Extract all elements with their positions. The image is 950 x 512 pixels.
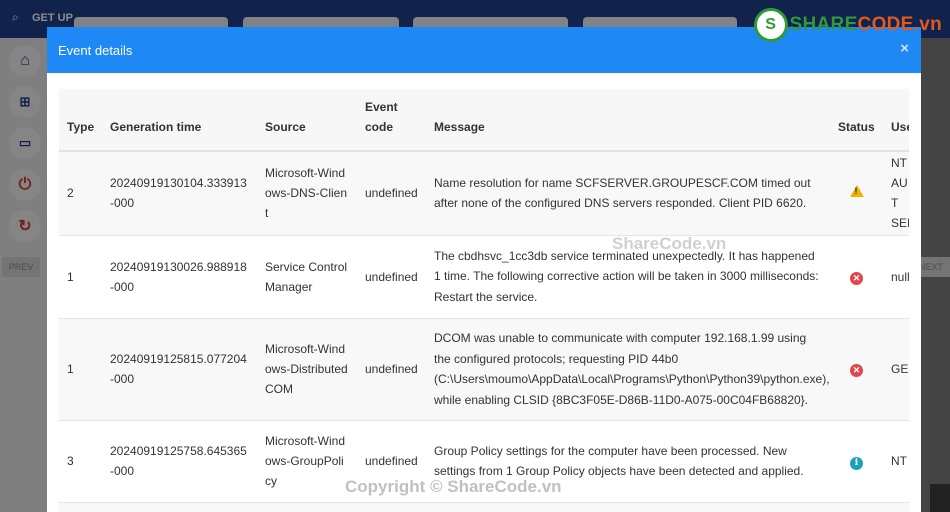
cell-message: DCOM was unable to communicate with comp… bbox=[426, 317, 830, 420]
cell-type: 1 bbox=[59, 234, 102, 318]
background-fragment bbox=[930, 484, 950, 512]
cell-generation-time: 20240919130104.333913-000 bbox=[102, 150, 257, 235]
error-icon: ✕ bbox=[850, 271, 863, 285]
error-icon: ✕ bbox=[850, 364, 863, 377]
cell-user: NT bbox=[883, 419, 909, 502]
sharecode-logo-text: SHARECODE.vn bbox=[789, 14, 942, 35]
column-header-generation-time[interactable]: Generation time bbox=[102, 89, 257, 152]
modal-body[interactable]: Type Generation time Source Event code M… bbox=[59, 89, 909, 512]
column-header-user[interactable]: Use bbox=[883, 89, 909, 152]
cell-user: NT AUT SEI bbox=[883, 150, 909, 235]
cell-source: Microsoft-Windows-DistributedCOM bbox=[257, 317, 357, 420]
cell-status: ✕ bbox=[830, 234, 883, 318]
cell-source: Service Control Manager bbox=[257, 234, 357, 318]
table-row[interactable] bbox=[59, 501, 909, 512]
cell-event-code: undefined bbox=[357, 150, 426, 235]
column-header-message[interactable]: Message bbox=[426, 89, 830, 152]
cell-source: Microsoft-Windows-GroupPolicy bbox=[257, 419, 357, 502]
cell-status: i bbox=[830, 419, 883, 502]
column-header-status[interactable]: Status bbox=[830, 89, 883, 152]
warning-icon bbox=[849, 185, 864, 198]
event-details-modal: Event details × Type Generation time Sou… bbox=[47, 27, 921, 512]
table-row[interactable]: 2 20240919130104.333913-000 Microsoft-Wi… bbox=[59, 150, 909, 235]
sharecode-logo: S SHARECODE.vn bbox=[753, 8, 942, 42]
cell-generation-time: 20240919125758.645365-000 bbox=[102, 419, 257, 502]
modal-title: Event details bbox=[58, 42, 133, 58]
cell-type: 3 bbox=[59, 419, 102, 502]
cell-type: 1 bbox=[59, 317, 102, 420]
cell-status bbox=[830, 150, 883, 235]
cell-event-code: undefined bbox=[357, 234, 426, 318]
cell-type: 2 bbox=[59, 150, 102, 235]
table-row[interactable]: 1 20240919130026.988918-000 Service Cont… bbox=[59, 234, 909, 318]
cell-user: GE bbox=[883, 317, 909, 420]
cell-generation-time: 20240919125815.077204-000 bbox=[102, 317, 257, 420]
events-table: Type Generation time Source Event code M… bbox=[59, 89, 909, 512]
table-row[interactable]: 1 20240919125815.077204-000 Microsoft-Wi… bbox=[59, 317, 909, 420]
close-icon[interactable]: × bbox=[900, 40, 909, 57]
cell-source: Microsoft-Windows-DNS-Client bbox=[257, 150, 357, 235]
column-header-event-code[interactable]: Event code bbox=[357, 89, 426, 152]
cell-generation-time: 20240919130026.988918-000 bbox=[102, 234, 257, 318]
watermark-center: ShareCode.vn bbox=[612, 234, 727, 253]
cell-message: Name resolution for name SCFSERVER.GROUP… bbox=[426, 150, 830, 235]
sharecode-logo-icon: S bbox=[753, 8, 788, 42]
cell-status: ✕ bbox=[830, 317, 883, 420]
column-header-type[interactable]: Type bbox=[59, 89, 102, 152]
cell-user: null bbox=[883, 234, 909, 318]
cell-event-code: undefined bbox=[357, 317, 426, 420]
column-header-source[interactable]: Source bbox=[257, 89, 357, 152]
table-header-row: Type Generation time Source Event code M… bbox=[59, 89, 909, 152]
info-icon: i bbox=[850, 457, 863, 470]
watermark-copyright: Copyright © ShareCode.vn bbox=[345, 477, 562, 496]
